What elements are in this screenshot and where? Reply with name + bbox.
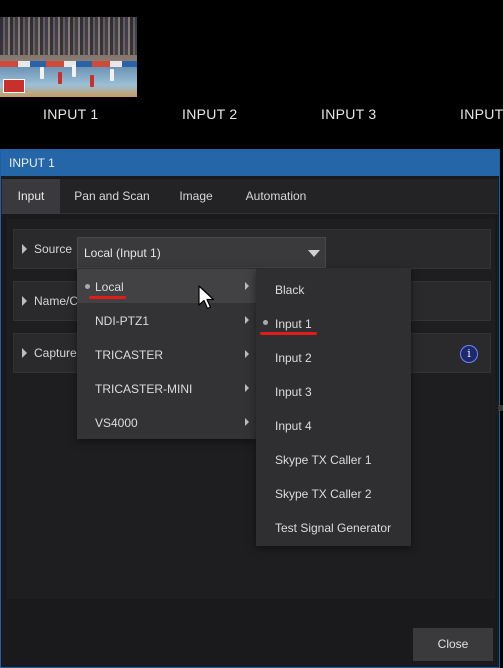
submenu-item-skype-tx-caller-1[interactable]: Skype TX Caller 1: [256, 442, 411, 476]
submenu-item-input-3[interactable]: Input 3: [256, 374, 411, 408]
input-label-4[interactable]: INPUT: [460, 106, 503, 122]
submenu-arrow-icon: [245, 418, 249, 426]
menu-item-label: Input 4: [275, 419, 312, 433]
expand-caret-icon[interactable]: [22, 296, 27, 306]
menu-item-label: NDI-PTZ1: [95, 314, 149, 328]
submenu-arrow-icon: [245, 350, 249, 358]
submenu-arrow-icon: [245, 316, 249, 324]
preview-player: [58, 72, 62, 84]
info-icon[interactable]: i: [460, 345, 478, 363]
source-dropdown-value: Local (Input 1): [84, 246, 161, 260]
preview-player: [40, 67, 44, 79]
submenu-arrow-icon: [245, 384, 249, 392]
selected-dot-icon: [263, 320, 268, 325]
selected-dot-icon: [85, 284, 90, 289]
edge-fragment: [498, 405, 503, 411]
tab-input[interactable]: Input: [2, 179, 60, 214]
menu-item-label: Local: [95, 280, 124, 294]
menu-item-label: Skype TX Caller 1: [275, 453, 372, 467]
tab-bar: Input Pan and Scan Image Automation: [1, 179, 498, 214]
expand-caret-icon[interactable]: [22, 348, 27, 358]
menu-item-label: Input 1: [275, 317, 312, 331]
source-menu-item-tricaster-mini[interactable]: TRICASTER-MINI: [77, 371, 256, 405]
submenu-item-test-signal-generator[interactable]: Test Signal Generator: [256, 510, 411, 544]
menu-item-label: TRICASTER-MINI: [95, 382, 193, 396]
source-menu-item-vs4000[interactable]: VS4000: [77, 405, 256, 439]
menu-item-label: TRICASTER: [95, 348, 164, 362]
expand-caret-icon[interactable]: [22, 244, 27, 254]
capture-label: Capture: [34, 346, 77, 360]
dialog-title: INPUT 1: [1, 150, 499, 176]
input-label-2[interactable]: INPUT 2: [182, 106, 238, 122]
submenu-item-input-2[interactable]: Input 2: [256, 340, 411, 374]
name-label: Name/C: [34, 294, 79, 308]
submenu-arrow-icon: [245, 282, 249, 290]
menu-item-label: Skype TX Caller 2: [275, 487, 372, 501]
input-1-preview-thumbnail[interactable]: [0, 17, 137, 97]
tab-pan-and-scan[interactable]: Pan and Scan: [65, 179, 159, 214]
mouse-pointer-icon: [198, 285, 215, 310]
menu-item-label: Test Signal Generator: [275, 521, 392, 535]
source-menu-item-ndi-ptz1[interactable]: NDI-PTZ1: [77, 303, 256, 337]
source-menu: Local NDI-PTZ1 TRICASTER TRICASTER-MINI …: [77, 269, 256, 439]
tab-image[interactable]: Image: [168, 179, 224, 214]
input-label-3[interactable]: INPUT 3: [321, 106, 377, 122]
source-label: Source: [34, 242, 73, 256]
menu-item-label: Black: [275, 283, 305, 297]
submenu-item-input-4[interactable]: Input 4: [256, 408, 411, 442]
submenu-item-skype-tx-caller-2[interactable]: Skype TX Caller 2: [256, 476, 411, 510]
preview-crowd: [0, 17, 137, 55]
annotation-underline-input-1: [260, 332, 317, 335]
menu-item-label: Input 2: [275, 351, 312, 365]
menu-item-label: VS4000: [95, 416, 138, 430]
annotation-underline-local: [89, 296, 126, 299]
preview-scorebug: [3, 79, 25, 93]
local-submenu: Black Input 1 Input 2 Input 3 Input 4 Sk…: [256, 269, 411, 546]
menu-item-label: Input 3: [275, 385, 312, 399]
preview-player: [110, 69, 114, 81]
preview-player: [72, 65, 76, 77]
tab-automation[interactable]: Automation: [234, 179, 318, 214]
preview-player: [90, 75, 94, 87]
close-button[interactable]: Close: [413, 628, 493, 661]
source-menu-item-tricaster[interactable]: TRICASTER: [77, 337, 256, 371]
source-dropdown[interactable]: Local (Input 1): [77, 237, 326, 268]
input-label-1[interactable]: INPUT 1: [43, 106, 99, 122]
dropdown-arrow-icon[interactable]: [308, 250, 320, 257]
submenu-item-black[interactable]: Black: [256, 272, 411, 306]
